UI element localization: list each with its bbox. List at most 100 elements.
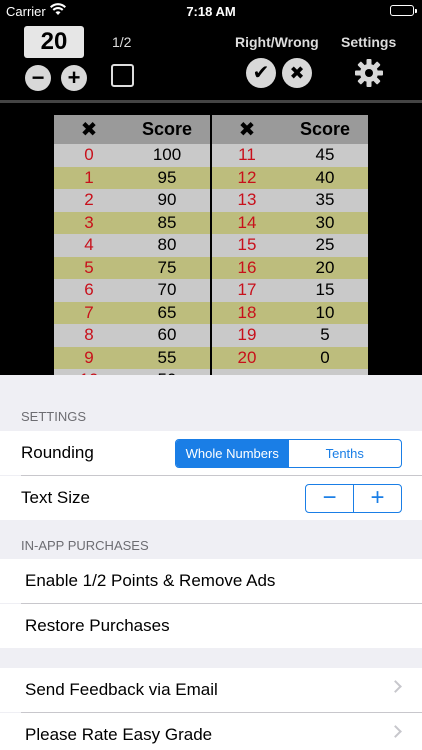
score-cell: 45 — [315, 145, 335, 165]
table-row: 13 35 — [212, 189, 368, 212]
score-cell: 40 — [315, 167, 335, 187]
table-row: 1 95 — [54, 166, 210, 189]
battery-icon — [390, 5, 417, 16]
wrong-count-cell: 5 — [84, 257, 94, 277]
table-row: 12 40 — [212, 166, 368, 189]
text-size-label: Text Size — [21, 488, 90, 507]
increase-questions-button[interactable]: + — [61, 65, 87, 91]
score-cell: 80 — [157, 235, 177, 255]
table-row: 7 65 — [54, 301, 210, 324]
table-row: 17 15 — [212, 279, 368, 302]
score-cell: 25 — [315, 235, 335, 255]
chevron-right-icon — [389, 725, 402, 738]
wrong-count-cell: 7 — [84, 302, 94, 322]
table-header: ✖ Score — [212, 115, 368, 144]
wrong-mode-button[interactable]: ✖ — [282, 58, 312, 88]
table-row: 18 10 — [212, 301, 368, 324]
score-cell: 15 — [315, 280, 335, 300]
rate-app-row[interactable]: Please Rate Easy Grade — [0, 713, 422, 750]
wrong-header-icon: ✖ — [80, 119, 98, 141]
settings-section-header: SETTINGS — [21, 409, 87, 424]
wrong-count-cell: 18 — [237, 302, 257, 322]
gear-icon[interactable] — [354, 58, 384, 88]
enable-half-points-row[interactable]: Enable 1/2 Points & Remove Ads — [0, 559, 422, 603]
wrong-count-cell: 6 — [84, 280, 94, 300]
score-table: ✖ Score 01001952903854805756707658609551… — [0, 100, 422, 375]
send-feedback-label: Send Feedback via Email — [25, 680, 218, 699]
rounding-row: Rounding Whole Numbers Tenths — [0, 431, 422, 475]
half-points-checkbox[interactable] — [111, 64, 134, 87]
score-cell: 0 — [320, 347, 330, 367]
text-size-row: Text Size − + — [0, 476, 422, 520]
toolbar: 20 − + 1/2 Right/Wrong ✔ ✖ Settings — [0, 22, 422, 100]
table-row: 5 75 — [54, 256, 210, 279]
score-cell: 70 — [157, 280, 177, 300]
score-cell: 35 — [315, 190, 335, 210]
wrong-count-cell: 4 — [84, 235, 94, 255]
text-size-decrease-button[interactable]: − — [306, 485, 354, 512]
score-column-left: ✖ Score 0 100 1 95 2 90 3 85 4 80 5 75 6 70 7 65 8 60 9 55 1… — [54, 115, 210, 375]
settings-label: Settings — [341, 34, 397, 50]
table-row: 11 45 — [212, 144, 368, 167]
right-wrong-label: Right/Wrong — [235, 34, 319, 50]
rate-app-label: Please Rate Easy Grade — [25, 725, 213, 744]
wrong-header-icon: ✖ — [238, 119, 256, 141]
table-row: 8 60 — [54, 324, 210, 347]
score-cell: 10 — [315, 302, 335, 322]
table-row: 6 70 — [54, 279, 210, 302]
clock: 7:18 AM — [186, 4, 236, 19]
rounding-segmented-control[interactable]: Whole Numbers Tenths — [175, 439, 402, 468]
table-row: 3 85 — [54, 211, 210, 234]
wrong-count-cell: 8 — [84, 325, 94, 345]
restore-purchases-row[interactable]: Restore Purchases — [0, 604, 422, 648]
score-cell: 90 — [157, 190, 177, 210]
rounding-whole-numbers-option[interactable]: Whole Numbers — [176, 440, 289, 467]
half-points-label: 1/2 — [112, 34, 132, 50]
wrong-count-cell: 0 — [84, 145, 94, 165]
table-row: 19 5 — [212, 324, 368, 347]
table-row: 9 55 — [54, 346, 210, 369]
table-row: 14 30 — [212, 211, 368, 234]
table-row: 20 0 — [212, 346, 368, 369]
wrong-count-cell: 12 — [237, 167, 257, 187]
purchases-section-header: IN-APP PURCHASES — [21, 538, 149, 553]
score-header: Score — [299, 119, 351, 139]
enable-half-points-label: Enable 1/2 Points & Remove Ads — [25, 571, 276, 590]
table-row: 2 90 — [54, 189, 210, 212]
decrease-questions-button[interactable]: − — [25, 65, 51, 91]
wrong-count-cell: 1 — [84, 167, 94, 187]
score-cell: 20 — [315, 257, 335, 277]
right-mode-button[interactable]: ✔ — [246, 58, 276, 88]
wrong-count-cell: 17 — [237, 280, 257, 300]
checkmark-icon: ✔ — [252, 62, 270, 84]
wrong-count-cell: 13 — [237, 190, 257, 210]
score-column-right: ✖ Score 11 45 12 40 13 35 14 30 15 25 16 20 17 15 18 10… — [212, 115, 368, 375]
wrong-count-cell: 3 — [84, 212, 94, 232]
table-header: ✖ Score — [54, 115, 210, 144]
wrong-count-cell: 20 — [237, 347, 257, 367]
settings-panel: SETTINGS Rounding Whole Numbers Tenths T… — [0, 375, 422, 750]
chevron-right-icon — [389, 680, 402, 693]
text-size-increase-button[interactable]: + — [354, 485, 401, 512]
score-cell: 65 — [157, 302, 177, 322]
score-cell: 100 — [152, 145, 182, 165]
wrong-count-cell: 14 — [237, 212, 257, 232]
score-cell: 85 — [157, 212, 177, 232]
score-cell: 95 — [157, 167, 177, 187]
wrong-count-cell: 16 — [237, 257, 257, 277]
wrong-count-cell: 11 — [238, 145, 256, 165]
wrong-count-cell: 2 — [84, 190, 94, 210]
close-icon: ✖ — [289, 63, 305, 83]
table-row: 4 80 — [54, 234, 210, 257]
score-cell: 60 — [157, 325, 177, 345]
rounding-label: Rounding — [21, 443, 94, 462]
question-count-field[interactable]: 20 — [24, 26, 84, 58]
score-cell: 5 — [320, 325, 330, 345]
status-bar: Carrier 7:18 AM — [0, 0, 422, 22]
text-size-stepper[interactable]: − + — [305, 484, 402, 513]
send-feedback-row[interactable]: Send Feedback via Email — [0, 668, 422, 712]
rounding-tenths-option[interactable]: Tenths — [289, 440, 402, 467]
score-cell: 30 — [315, 212, 335, 232]
score-cell: 75 — [157, 257, 177, 277]
wrong-count-cell: 19 — [237, 325, 257, 345]
